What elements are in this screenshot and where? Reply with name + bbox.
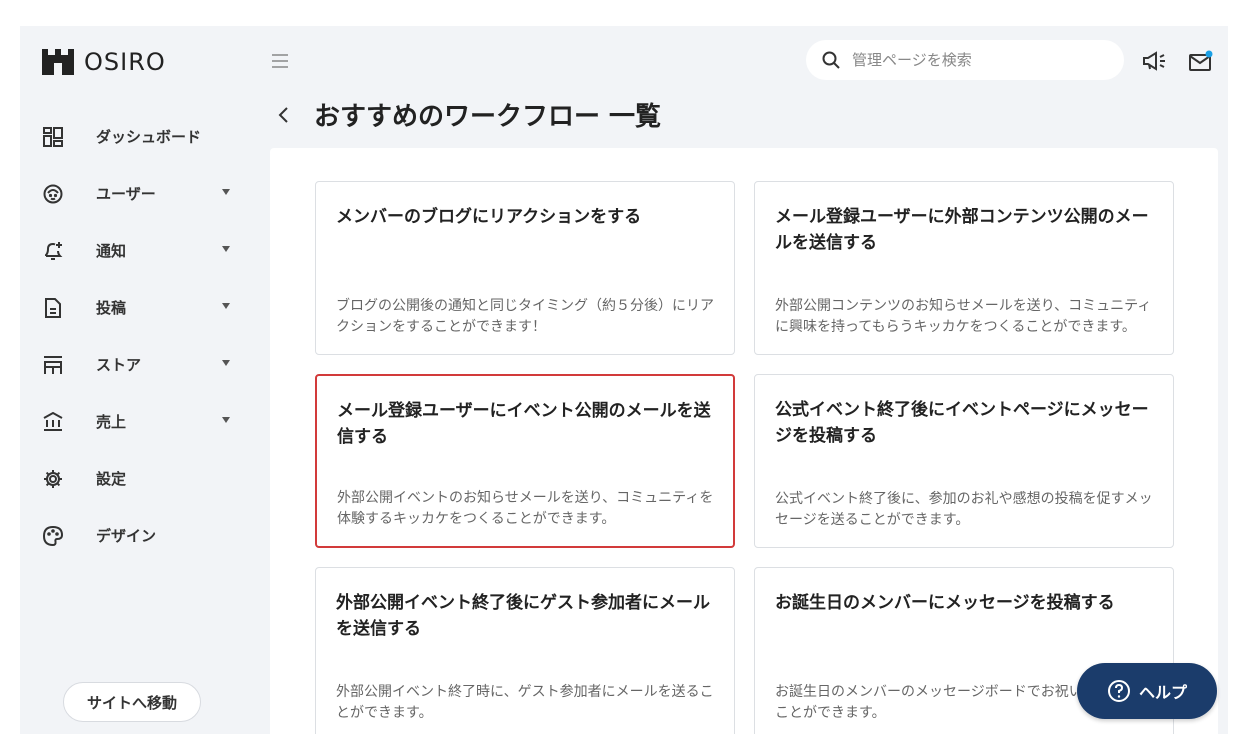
page-header: おすすめのワークフロー 一覧 (276, 96, 661, 133)
mail-icon[interactable] (1188, 50, 1214, 72)
workflow-card-title: メンバーのブログにリアクションをする (336, 207, 642, 227)
workflow-card-title: 公式イベント終了後にイベントページにメッセージを投稿する (775, 400, 1149, 446)
sidebar-item-label: デザイン (96, 527, 157, 545)
search-input[interactable] (850, 50, 1094, 70)
go-to-site-button[interactable]: サイトへ移動 (63, 682, 201, 722)
sidebar-item-label: 通知 (96, 242, 127, 260)
workflow-card-description: 外部公開イベントのお知らせメールを送り、コミュニティを体験するキッカケをつくるこ… (337, 490, 714, 527)
chevron-down-icon (222, 303, 230, 309)
app-frame: OSIRO ダッシュボード ユーザー 通知 投稿 ストア 売上 設定 デザイン … (20, 26, 1228, 734)
castle-logo-icon (42, 49, 74, 75)
bell-icon (42, 240, 64, 262)
document-icon (42, 297, 64, 319)
sidebar-item-label: 売上 (96, 413, 127, 431)
brand-name: OSIRO (84, 48, 166, 76)
megaphone-icon[interactable] (1142, 50, 1168, 72)
workflow-card-description: 外部公開イベント終了時に、ゲスト参加者にメールを送ることができます。 (336, 684, 714, 721)
question-circle-icon (1107, 680, 1130, 702)
workflow-card-title: お誕生日のメンバーにメッセージを投稿する (775, 593, 1115, 613)
sidebar-item-label: 設定 (96, 470, 127, 488)
workflow-card-description: 公式イベント終了後に、参加のお礼や感想の投稿を促すメッセージを送ることができます… (775, 491, 1153, 528)
sidebar-item-settings[interactable]: 設定 (42, 450, 242, 507)
search-icon (822, 51, 840, 69)
bank-icon (42, 411, 64, 433)
logo[interactable]: OSIRO (42, 48, 166, 76)
workflow-card-description: 外部公開コンテンツのお知らせメールを送り、コミュニティに興味を持ってもらうキッカ… (775, 298, 1152, 335)
chevron-down-icon (222, 360, 230, 366)
palette-icon (42, 525, 64, 547)
sidebar-item-users[interactable]: ユーザー (42, 165, 242, 222)
workflow-card-description: ブログの公開後の通知と同じタイミング（約５分後）にリアクションをすることができま… (336, 298, 714, 335)
workflow-card-title: メール登録ユーザーに外部コンテンツ公開のメールを送信する (775, 207, 1149, 253)
sidebar-item-store[interactable]: ストア (42, 336, 242, 393)
workflow-list-panel: メンバーのブログにリアクションをする ブログの公開後の通知と同じタイミング（約５… (270, 148, 1218, 734)
workflow-card-selected[interactable]: メール登録ユーザーにイベント公開のメールを送信する 外部公開イベントのお知らせメ… (315, 374, 735, 548)
chevron-down-icon (222, 417, 230, 423)
gear-icon (42, 468, 64, 490)
sidebar-item-sales[interactable]: 売上 (42, 393, 242, 450)
store-icon (42, 354, 64, 376)
sidebar-nav: ダッシュボード ユーザー 通知 投稿 ストア 売上 設定 デザイン (42, 108, 242, 564)
workflow-card[interactable]: 外部公開イベント終了後にゲスト参加者にメールを送信する 外部公開イベント終了時に… (315, 567, 735, 734)
workflow-card[interactable]: 公式イベント終了後にイベントページにメッセージを投稿する 公式イベント終了後に、… (754, 374, 1174, 548)
workflow-card[interactable]: メール登録ユーザーに外部コンテンツ公開のメールを送信する 外部公開コンテンツのお… (754, 181, 1174, 355)
dashboard-icon (42, 126, 64, 148)
sidebar-item-label: ストア (96, 356, 142, 374)
sidebar-item-design[interactable]: デザイン (42, 507, 242, 564)
workflow-card[interactable]: メンバーのブログにリアクションをする ブログの公開後の通知と同じタイミング（約５… (315, 181, 735, 355)
sidebar-item-notifications[interactable]: 通知 (42, 222, 242, 279)
back-chevron-icon[interactable] (276, 105, 292, 125)
chevron-down-icon (222, 189, 230, 195)
hamburger-menu-icon[interactable] (272, 54, 288, 68)
help-button[interactable]: ヘルプ (1077, 663, 1217, 719)
sidebar-item-label: ダッシュボード (96, 128, 202, 146)
help-button-label: ヘルプ (1138, 683, 1187, 702)
sidebar-item-label: 投稿 (96, 299, 127, 317)
user-icon (42, 183, 64, 205)
page-title: おすすめのワークフロー 一覧 (314, 102, 662, 132)
notification-dot (1205, 50, 1213, 58)
chevron-down-icon (222, 246, 230, 252)
workflow-card-title: 外部公開イベント終了後にゲスト参加者にメールを送信する (336, 593, 710, 639)
sidebar-item-dashboard[interactable]: ダッシュボード (42, 108, 242, 165)
sidebar-item-label: ユーザー (96, 185, 156, 203)
sidebar-item-posts[interactable]: 投稿 (42, 279, 242, 336)
search-box[interactable] (806, 40, 1124, 80)
workflow-card-title: メール登録ユーザーにイベント公開のメールを送信する (337, 401, 711, 447)
